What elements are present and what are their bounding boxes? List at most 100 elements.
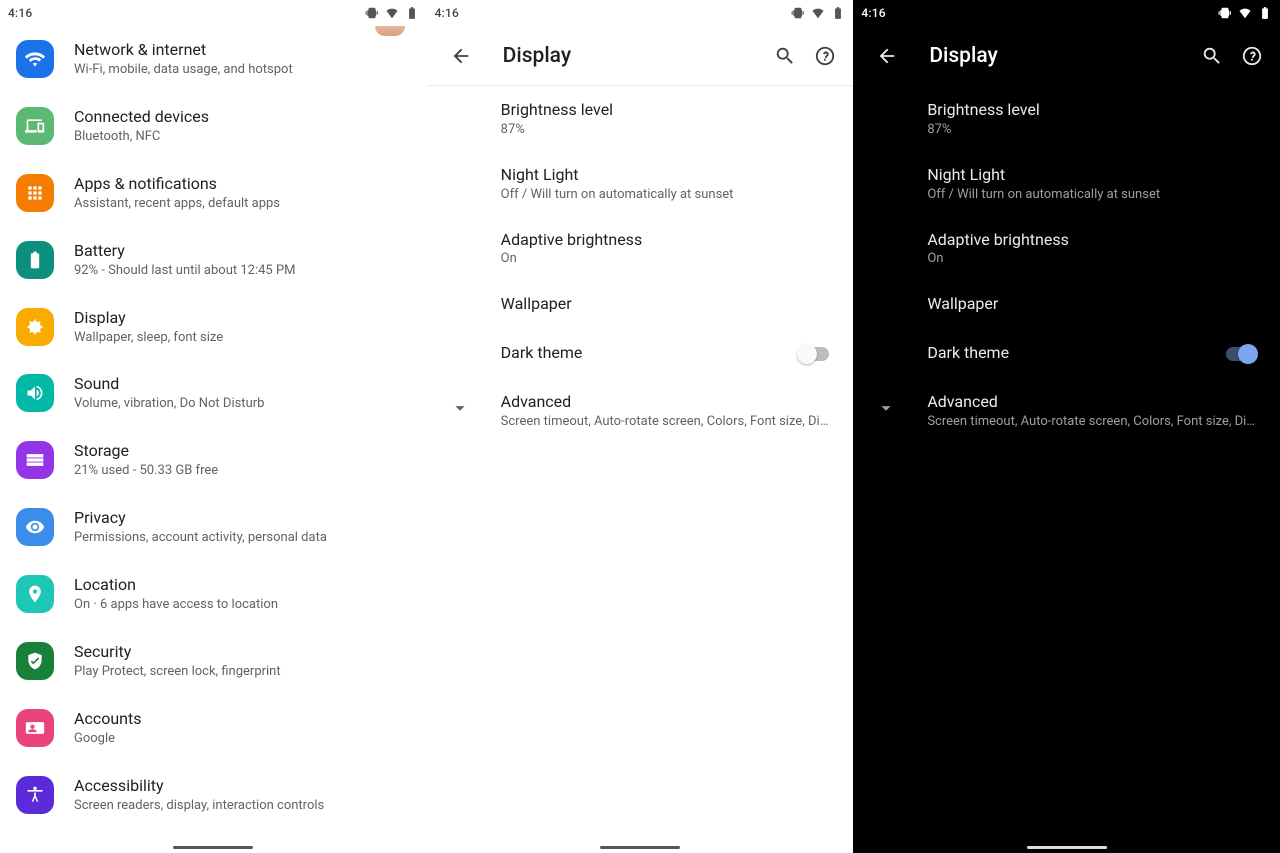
display-item-brightness[interactable]: Brightness level87% [427,86,854,151]
settings-item-title: Display [74,308,223,328]
avatar-partial [375,26,405,36]
display-item-title: Advanced [501,392,836,413]
battery-status-icon [831,6,845,20]
nav-pill[interactable] [600,846,680,849]
accounts-icon [16,709,54,747]
settings-item-battery[interactable]: Battery92% - Should last until about 12:… [0,227,427,294]
back-button[interactable] [441,36,481,76]
devices-icon [16,107,54,145]
security-icon [16,642,54,680]
wifi-status-icon [385,6,399,20]
search-button[interactable] [1192,36,1232,76]
display-item-subtitle: Screen timeout, Auto-rotate screen, Colo… [927,414,1257,429]
settings-item-location[interactable]: Location On · 6 apps have access to locat… [0,561,427,628]
settings-item-subtitle: Bluetooth, NFC [74,129,209,146]
page-title: Display [907,44,1192,68]
display-item-title: Advanced [927,392,1262,413]
panel-display-light: 4:16 Display Brightness level87%Night Li… [427,0,854,853]
settings-item-accounts[interactable]: Accounts Google [0,695,427,762]
battery-status-icon [405,6,419,20]
status-bar: 4:16 [0,0,427,26]
display-item-title: Wallpaper [927,294,1262,315]
vibrate-icon [1218,6,1232,20]
settings-item-title: Security [74,642,281,662]
settings-item-privacy[interactable]: PrivacyPermissions, account activity, pe… [0,494,427,561]
display-item-title: Wallpaper [501,294,836,315]
sound-icon [16,374,54,412]
display-item-advanced[interactable]: AdvancedScreen timeout, Auto-rotate scre… [427,378,854,443]
nav-pill[interactable] [1027,846,1107,849]
status-bar: 4:16 [427,0,854,26]
display-list: Brightness level87%Night LightOff / Will… [427,86,854,853]
settings-item-devices[interactable]: Connected devicesBluetooth, NFC [0,93,427,160]
display-item-title: Dark theme [927,343,1009,364]
settings-item-storage[interactable]: Storage21% used - 50.33 GB free [0,427,427,494]
back-button[interactable] [867,36,907,76]
location-icon [16,575,54,613]
battery-status-icon [1258,6,1272,20]
display-item-adaptive[interactable]: Adaptive brightnessOn [853,216,1280,281]
display-item-title: Brightness level [501,100,836,121]
settings-item-apps[interactable]: Apps & notifications Assistant, recent ap… [0,160,427,227]
settings-item-brightness[interactable]: DisplayWallpaper, sleep, font size [0,294,427,361]
apps-icon [16,174,54,212]
search-button[interactable] [765,36,805,76]
help-button[interactable] [805,36,845,76]
vibrate-icon [791,6,805,20]
wifi-status-icon [811,6,825,20]
display-item-subtitle: On [501,251,836,266]
battery-icon [16,241,54,279]
status-bar: 4:16 [853,0,1280,26]
settings-item-subtitle: Google [74,731,141,748]
dark-theme-switch[interactable] [797,344,831,364]
status-time: 4:16 [8,6,32,20]
settings-item-subtitle: Assistant, recent apps, default apps [74,196,280,213]
display-item-title: Adaptive brightness [927,230,1262,251]
display-item-title: Adaptive brightness [501,230,836,251]
header: Display [427,26,854,86]
settings-item-title: Accounts [74,709,141,729]
dark-theme-switch[interactable] [1224,344,1258,364]
settings-item-accessibility[interactable]: AccessibilityScreen readers, display, in… [0,762,427,829]
settings-item-subtitle: Wi-Fi, mobile, data usage, and hotspot [74,62,293,79]
storage-icon [16,441,54,479]
wifi-icon [16,40,54,78]
settings-item-subtitle: On · 6 apps have access to location [74,597,278,614]
display-item-subtitle: 87% [501,122,836,137]
wifi-status-icon [1238,6,1252,20]
display-item-title: Brightness level [927,100,1262,121]
settings-item-title: Location [74,575,278,595]
settings-item-title: Network & internet [74,40,293,60]
display-item-nightlight[interactable]: Night LightOff / Will turn on automatica… [853,151,1280,216]
display-item-wallpaper[interactable]: Wallpaper [427,280,854,329]
settings-item-title: Storage [74,441,218,461]
settings-item-title: Sound [74,374,264,394]
settings-item-subtitle: Play Protect, screen lock, fingerprint [74,664,281,681]
display-list: Brightness level87%Night LightOff / Will… [853,86,1280,853]
nav-pill[interactable] [173,846,253,849]
settings-item-wifi[interactable]: Network & internet Wi-Fi, mobile, data us… [0,26,427,93]
display-item-brightness[interactable]: Brightness level87% [853,86,1280,151]
settings-item-subtitle: Screen readers, display, interaction con… [74,798,324,815]
display-item-adaptive[interactable]: Adaptive brightnessOn [427,216,854,281]
expand-icon [449,397,471,423]
help-button[interactable] [1232,36,1272,76]
settings-item-security[interactable]: Security Play Protect, screen lock, finge… [0,628,427,695]
settings-item-subtitle: Volume, vibration, Do Not Disturb [74,396,264,413]
display-item-subtitle: 87% [927,122,1262,137]
display-item-wallpaper[interactable]: Wallpaper [853,280,1280,329]
display-item-subtitle: Screen timeout, Auto-rotate screen, Colo… [501,414,831,429]
display-item-subtitle: On [927,251,1262,266]
settings-item-title: Apps & notifications [74,174,280,194]
settings-item-title: Battery [74,241,296,261]
brightness-icon [16,308,54,346]
status-time: 4:16 [861,6,885,20]
display-item-title: Dark theme [501,343,583,364]
settings-item-sound[interactable]: Sound Volume, vibration, Do Not Disturb [0,360,427,427]
display-item-darktheme[interactable]: Dark theme [853,329,1280,378]
display-item-darktheme[interactable]: Dark theme [427,329,854,378]
display-item-advanced[interactable]: AdvancedScreen timeout, Auto-rotate scre… [853,378,1280,443]
panel-settings: 4:16 Network & internet Wi-Fi, mobile, da… [0,0,427,853]
display-item-nightlight[interactable]: Night LightOff / Will turn on automatica… [427,151,854,216]
settings-list: Network & internet Wi-Fi, mobile, data us… [0,26,427,853]
